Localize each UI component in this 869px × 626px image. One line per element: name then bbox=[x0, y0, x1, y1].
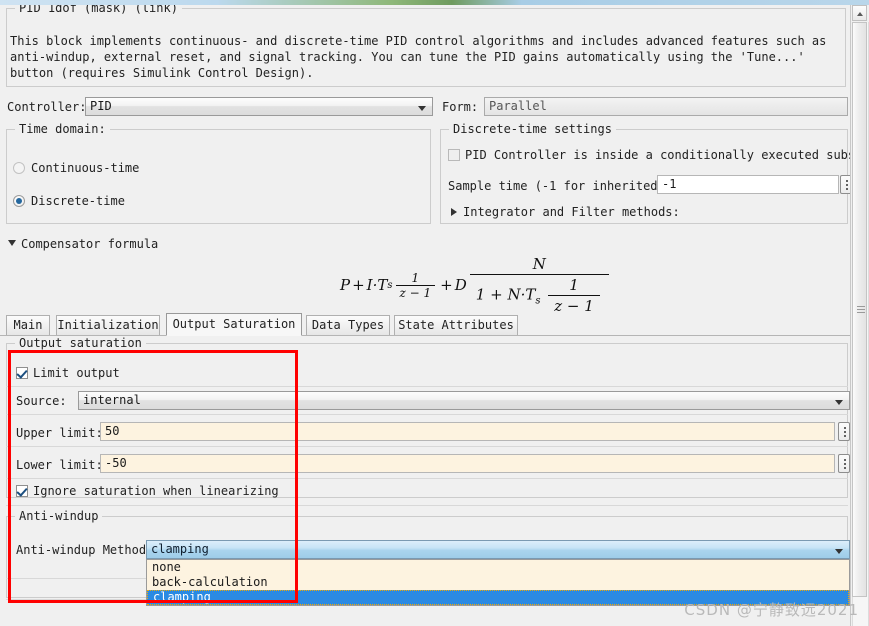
dropdown-option-clamping-label: clamping bbox=[153, 590, 211, 604]
formula-fraction-2: N 1 + N·Ts 1 z − 1 bbox=[469, 255, 609, 315]
controller-label: Controller: bbox=[7, 100, 87, 114]
formula-fraction-1-numerator: 1 bbox=[411, 270, 420, 285]
integrator-filter-methods-label: Integrator and Filter methods: bbox=[463, 205, 680, 219]
formula-fraction-2-denominator: 1 + N·Ts 1 z − 1 bbox=[469, 274, 609, 315]
checkbox-limit-output[interactable] bbox=[16, 367, 28, 379]
time-domain-group: Time domain: bbox=[6, 122, 431, 224]
formula-den-nt: N·T bbox=[507, 285, 536, 304]
block-header-title: PID 1dof (mask) (link) bbox=[15, 5, 182, 15]
checkbox-ignore-saturation[interactable] bbox=[16, 485, 28, 497]
dropdown-option-back-calculation-label: back-calculation bbox=[152, 575, 268, 589]
chevron-down-icon bbox=[835, 549, 843, 554]
radio-continuous-time[interactable] bbox=[13, 162, 25, 174]
anti-windup-method-value: clamping bbox=[151, 542, 209, 556]
radio-discrete-time[interactable] bbox=[13, 195, 25, 207]
upper-limit-more-button[interactable] bbox=[838, 422, 850, 441]
formula-i-subscript: s bbox=[387, 279, 393, 291]
formula-fraction-3-numerator: 1 bbox=[569, 276, 579, 294]
tab-initialization-label: Initialization bbox=[57, 318, 159, 332]
form-label: Form: bbox=[442, 100, 479, 114]
pid-block-parameters-dialog: PID 1dof (mask) (link) This block implem… bbox=[0, 5, 851, 626]
divider-1 bbox=[6, 386, 848, 387]
dropdown-option-back-calculation[interactable]: back-calculation bbox=[147, 575, 849, 590]
sample-time-input[interactable]: -1 bbox=[657, 175, 839, 194]
tab-output-saturation-label: Output Saturation bbox=[172, 317, 296, 331]
compensator-formula-label: Compensator formula bbox=[21, 237, 159, 251]
scrollbar-thumb[interactable] bbox=[852, 22, 867, 597]
tab-state-attributes[interactable]: State Attributes bbox=[394, 315, 518, 335]
time-domain-group-label: Time domain: bbox=[15, 122, 110, 136]
controller-value: PID bbox=[90, 99, 112, 113]
controller-combobox[interactable]: PID bbox=[85, 97, 433, 116]
checkbox-conditionally-executed[interactable] bbox=[448, 149, 460, 161]
dropdown-option-none-label: none bbox=[152, 560, 181, 574]
formula-fraction-3-denominator: z − 1 bbox=[548, 295, 600, 315]
lower-limit-more-button[interactable] bbox=[838, 454, 850, 473]
sample-time-value: -1 bbox=[662, 177, 677, 191]
lower-limit-value: -50 bbox=[105, 456, 127, 470]
formula-i-term: I·T bbox=[366, 276, 388, 294]
vertical-scrollbar[interactable] bbox=[850, 5, 869, 626]
upper-limit-input[interactable]: 50 bbox=[100, 422, 835, 441]
radio-discrete-time-label: Discrete-time bbox=[31, 194, 125, 208]
chevron-down-icon bbox=[418, 106, 426, 111]
chevron-down-icon bbox=[835, 400, 843, 405]
expand-arrow-icon[interactable] bbox=[451, 208, 457, 216]
dropdown-option-none[interactable]: none bbox=[147, 560, 849, 575]
checkbox-ignore-saturation-label: Ignore saturation when linearizing bbox=[33, 484, 279, 498]
formula-fraction-2-numerator: N bbox=[532, 255, 546, 273]
lower-limit-input[interactable]: -50 bbox=[100, 454, 835, 473]
formula-d-term: D bbox=[454, 276, 467, 294]
formula-fraction-1-denominator: z − 1 bbox=[395, 284, 436, 300]
output-saturation-group: Output saturation bbox=[6, 336, 848, 498]
tab-main[interactable]: Main bbox=[6, 315, 50, 335]
form-value: Parallel bbox=[489, 99, 547, 113]
discrete-time-settings-group-label: Discrete-time settings bbox=[449, 122, 616, 136]
source-label: Source: bbox=[16, 394, 67, 408]
upper-limit-value: 50 bbox=[105, 424, 120, 438]
tab-main-label: Main bbox=[13, 318, 43, 332]
divider-3 bbox=[6, 446, 848, 447]
anti-windup-method-combobox[interactable]: clamping bbox=[146, 540, 850, 559]
tab-state-attributes-label: State Attributes bbox=[398, 318, 514, 332]
upper-limit-label: Upper limit: bbox=[16, 426, 103, 440]
formula-fraction-1: 1 z − 1 bbox=[395, 270, 436, 300]
watermark: CSDN @宁静致远2021 bbox=[684, 601, 859, 619]
form-field: Parallel bbox=[484, 97, 848, 116]
compensator-collapse-icon[interactable] bbox=[8, 240, 16, 246]
source-combobox[interactable]: internal bbox=[78, 391, 850, 410]
divider-5 bbox=[6, 505, 848, 506]
tab-initialization[interactable]: Initialization bbox=[56, 315, 160, 335]
block-description-text: This block implements continuous- and di… bbox=[10, 34, 827, 80]
anti-windup-group-label: Anti-windup bbox=[15, 509, 103, 523]
radio-continuous-time-label: Continuous-time bbox=[31, 161, 140, 175]
divider-2 bbox=[6, 414, 848, 415]
formula-den-subscript: s bbox=[535, 295, 541, 307]
tab-output-saturation[interactable]: Output Saturation bbox=[166, 313, 302, 336]
tab-data-types[interactable]: Data Types bbox=[306, 315, 390, 335]
formula-p-term: P bbox=[340, 276, 351, 294]
formula-plus-1: + bbox=[352, 276, 365, 294]
sample-time-label: Sample time (-1 for inherited): bbox=[448, 179, 672, 193]
compensator-formula: P + I·T s 1 z − 1 + D N 1 + N·Ts 1 z − 1 bbox=[340, 255, 612, 315]
checkbox-limit-output-label: Limit output bbox=[33, 366, 120, 380]
scroll-up-button[interactable] bbox=[852, 5, 867, 21]
output-saturation-group-label: Output saturation bbox=[15, 336, 146, 350]
lower-limit-label: Lower limit: bbox=[16, 458, 103, 472]
tab-data-types-label: Data Types bbox=[311, 318, 385, 332]
source-value: internal bbox=[83, 393, 141, 407]
anti-windup-method-label: Anti-windup Method: bbox=[16, 543, 154, 557]
scrollbar-grip-icon bbox=[857, 306, 865, 313]
formula-fraction-3: 1 z − 1 bbox=[548, 276, 600, 315]
formula-plus-2: + bbox=[440, 276, 453, 294]
tab-strip: Main Initialization Output Saturation Da… bbox=[0, 313, 851, 336]
formula-den-one: 1 + bbox=[475, 285, 503, 304]
divider-4 bbox=[6, 478, 848, 479]
checkbox-conditionally-executed-label: PID Controller is inside a conditionally… bbox=[465, 148, 851, 162]
